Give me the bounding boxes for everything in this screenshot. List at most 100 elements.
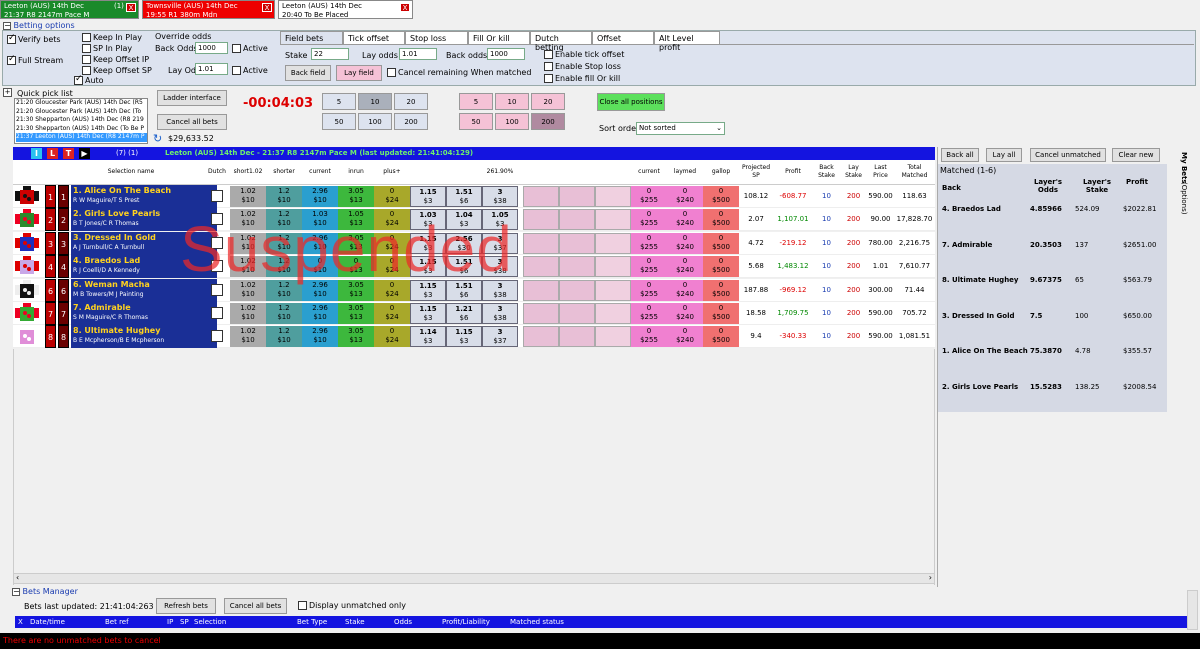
list-item[interactable]: 21:37 Leeton (AUS) 14th Dec (R8 2147m P (16, 133, 147, 142)
tab-field-bets[interactable]: Field bets (280, 31, 343, 45)
laymed-cell[interactable]: 0 $240 (667, 326, 703, 348)
vertical-scrollbar[interactable] (1187, 590, 1198, 630)
horizontal-scrollbar[interactable]: ‹ › (13, 573, 935, 584)
back-odds-active-checkbox[interactable]: Active (232, 44, 268, 53)
shorter-cell[interactable]: 1.2 $10 (266, 209, 302, 231)
close-icon[interactable]: X (262, 3, 272, 12)
lay-ladder-cell[interactable] (595, 256, 631, 278)
verify-bets-checkbox[interactable]: Verify bets (7, 33, 61, 44)
lay-ladder-cell[interactable] (559, 256, 595, 278)
enable-stop-loss-checkbox[interactable]: Enable Stop loss (544, 61, 624, 73)
back-stake-value[interactable]: 10 (813, 186, 840, 207)
col-stake[interactable]: Stake (345, 616, 365, 628)
matched-bet-row[interactable]: 8. Ultimate Hughey 9.67375 65 $563.79 (942, 276, 1164, 286)
matched-bet-row[interactable]: 2. Girls Love Pearls 15.5283 138.25 $200… (942, 383, 1164, 393)
col-selection[interactable]: Selection (194, 616, 226, 628)
lay-ladder-cell[interactable] (595, 209, 631, 231)
keep-in-play-checkbox[interactable]: Keep In Play (82, 32, 152, 43)
col-datetime[interactable]: Date/time (30, 616, 65, 628)
back-stake-value[interactable]: 10 (813, 209, 840, 230)
back-stake-value[interactable]: 10 (813, 233, 840, 254)
lay-price-cell[interactable]: 1.51 $6 (446, 256, 482, 278)
scroll-right-icon[interactable]: › (929, 573, 932, 582)
back-price-cell[interactable]: 1.15 $3 (410, 256, 446, 278)
sort-order-select[interactable]: Not sorted ⌄ (636, 122, 725, 135)
auto-checkbox[interactable]: Auto (74, 74, 104, 85)
current-lay-cell[interactable]: 0 $255 (631, 326, 667, 348)
stake-button[interactable]: 200 (394, 113, 428, 130)
lay-price-cell[interactable]: 1.51 $6 (446, 186, 482, 207)
plus-cell[interactable]: 0 $24 (374, 303, 410, 324)
lay-ladder-cell[interactable] (559, 279, 595, 301)
gallop-cell[interactable]: 0 $500 (703, 186, 739, 207)
matched-bet-row[interactable]: 3. Dressed In Gold 7.5 100 $650.00 (942, 312, 1164, 322)
current-lay-cell[interactable]: 0 $255 (631, 232, 667, 254)
back-price-cell[interactable]: 1.15 $3 (410, 232, 446, 254)
stake-button[interactable]: 50 (322, 113, 356, 130)
lay-ladder-cell[interactable] (523, 209, 559, 231)
short-cell[interactable]: 1.02 $10 (230, 256, 266, 278)
lay-price-cell[interactable]: 1.04 $3 (446, 209, 482, 231)
race-tab-townsville[interactable]: Townsville (AUS) 14th Dec 19:55 R1 380m … (142, 0, 275, 19)
ladder-interface-button[interactable]: Ladder interface (157, 90, 227, 106)
last-price-ladder-cell[interactable]: 3 $37 (482, 326, 518, 348)
plus-cell[interactable]: 0 $24 (374, 186, 410, 207)
lay-stake-value[interactable]: 200 (840, 303, 867, 324)
expand-icon[interactable]: + (3, 88, 12, 97)
bets-manager-header[interactable]: − Bets Manager (12, 587, 78, 596)
shorter-cell[interactable]: 1.2 $10 (266, 303, 302, 324)
lay-ladder-cell[interactable] (595, 232, 631, 254)
race-tab-leeton[interactable]: Leeton (AUS) 14th Dec 21:37 R8 2147m Pac… (0, 0, 139, 19)
betting-options-header[interactable]: − Betting options (3, 21, 75, 30)
plus-cell[interactable]: 0 $24 (374, 326, 410, 348)
short-cell[interactable]: 1.02 $10 (230, 232, 266, 254)
back-price-cell[interactable]: 1.03 $3 (410, 209, 446, 231)
lay-stake-button[interactable]: 100 (495, 113, 529, 130)
laymed-cell[interactable]: 0 $240 (667, 256, 703, 278)
inrun-cell[interactable]: 0 $13 (338, 256, 374, 278)
plus-cell[interactable]: 0 $24 (374, 209, 410, 231)
race-tab-leeton-place[interactable]: Leeton (AUS) 14th Dec 20:40 To Be Placed… (278, 0, 413, 19)
lay-odds-field-input[interactable]: 1.01 (399, 48, 437, 60)
close-icon[interactable]: X (126, 3, 136, 12)
current-lay-cell[interactable]: 0 $255 (631, 209, 667, 231)
lay-price-cell[interactable]: 1.15 $3 (446, 326, 482, 348)
lay-stake-button[interactable]: 5 (459, 93, 493, 110)
lay-ladder-cell[interactable] (523, 256, 559, 278)
lay-ladder-cell[interactable] (595, 279, 631, 301)
back-stake-value[interactable]: 10 (813, 303, 840, 324)
col-sp[interactable]: SP (180, 616, 189, 628)
lay-stake-value[interactable]: 200 (840, 256, 867, 277)
short-cell[interactable]: 1.02 $10 (230, 279, 266, 301)
dutch-checkbox[interactable] (211, 330, 223, 343)
shorter-cell[interactable]: 1.2 $10 (266, 326, 302, 348)
ladder-control[interactable]: L (47, 148, 58, 159)
last-price-ladder-cell[interactable]: 3 $38 (482, 186, 518, 207)
dutch-checkbox[interactable] (211, 283, 223, 296)
shorter-cell[interactable]: 1.2 $10 (266, 232, 302, 254)
clear-new-button[interactable]: Clear new (1112, 148, 1160, 162)
play-icon[interactable]: ▶ (79, 148, 90, 159)
short-cell[interactable]: 1.02 $10 (230, 186, 266, 207)
lay-stake-value[interactable]: 200 (840, 280, 867, 301)
lay-ladder-cell[interactable] (523, 186, 559, 207)
back-stake-value[interactable]: 10 (813, 280, 840, 301)
back-field-button[interactable]: Back field (285, 65, 331, 81)
refresh-bets-button[interactable]: Refresh bets (156, 598, 216, 614)
list-item[interactable]: 21:30 Shepparton (AUS) 14th Dec (To Be P (16, 125, 147, 134)
lay-stake-button[interactable]: 20 (531, 93, 565, 110)
laymed-cell[interactable]: 0 $240 (667, 232, 703, 254)
close-all-positions-button[interactable]: Close all positions (597, 93, 665, 111)
last-price-ladder-cell[interactable]: 3 $38 (482, 303, 518, 324)
lay-stake-value[interactable]: 200 (840, 326, 867, 347)
tab-tick-offset[interactable]: Tick offset (343, 31, 405, 45)
full-stream-checkbox[interactable]: Full Stream (7, 54, 63, 65)
lay-field-button[interactable]: Lay field (336, 65, 382, 81)
back-odds-field-input[interactable]: 1000 (487, 48, 525, 60)
scroll-left-icon[interactable]: ‹ (16, 573, 19, 582)
current-cell[interactable]: 2.96 $10 (302, 326, 338, 348)
close-icon[interactable]: X (400, 3, 410, 12)
plus-cell[interactable]: 0 $24 (374, 256, 410, 278)
lay-stake-value[interactable]: 200 (840, 186, 867, 207)
lay-price-cell[interactable]: 1.21 $6 (446, 303, 482, 324)
